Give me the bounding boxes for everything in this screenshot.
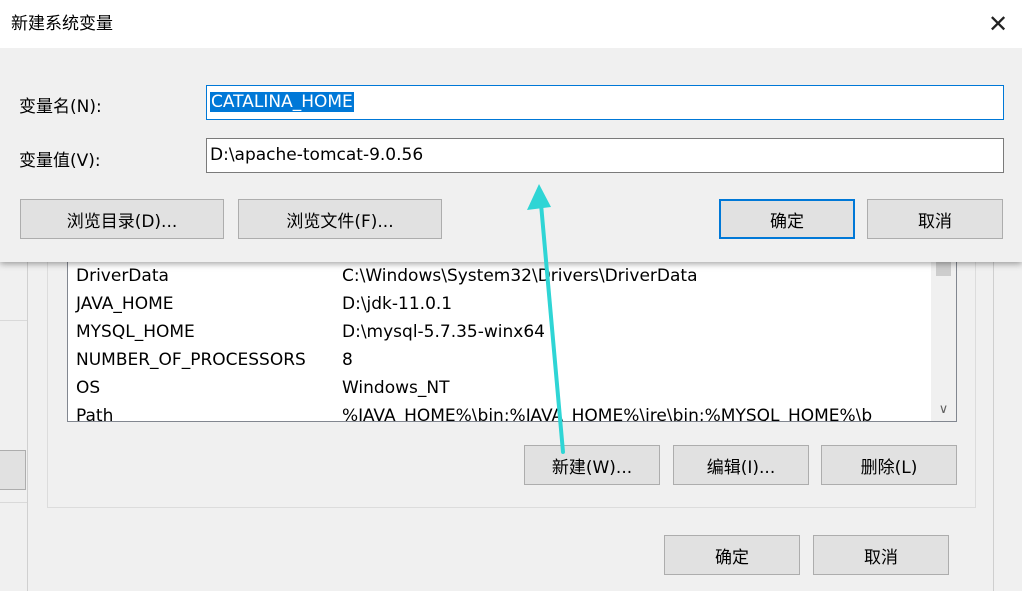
divider: [0, 502, 27, 503]
variable-value: 8: [342, 350, 353, 370]
variable-name: OS: [76, 378, 101, 398]
dialog-cancel-button[interactable]: 取消: [867, 199, 1003, 239]
vertical-scrollbar[interactable]: ∨: [931, 262, 956, 421]
variable-name-input[interactable]: CATALINA_HOME: [206, 85, 1004, 120]
variable-value-label: 变量值(V):: [19, 151, 101, 171]
selected-text: CATALINA_HOME: [210, 92, 354, 112]
new-system-variable-dialog: 新建系统变量 ✕ 变量名(N): CATALINA_HOME 变量值(V): D…: [0, 0, 1022, 262]
delete-variable-button[interactable]: 删除(L): [821, 445, 957, 485]
dialog-ok-button[interactable]: 确定: [719, 199, 855, 239]
variable-value-input[interactable]: D:\apache-tomcat-9.0.56: [206, 138, 1004, 173]
partial-button[interactable]: [0, 450, 26, 490]
dialog-titlebar: 新建系统变量 ✕: [0, 0, 1022, 48]
browse-file-button[interactable]: 浏览文件(F)...: [238, 199, 442, 239]
env-ok-button[interactable]: 确定: [664, 535, 800, 575]
variable-name: DriverData: [76, 266, 169, 286]
background-window-left-edge: [0, 262, 27, 591]
edit-variable-button[interactable]: 编辑(I)...: [673, 445, 809, 485]
variable-name: Path: [76, 406, 114, 422]
scroll-thumb[interactable]: [936, 262, 951, 276]
dialog-title: 新建系统变量: [11, 14, 113, 34]
variable-name: JAVA_HOME: [76, 294, 174, 314]
divider: [0, 320, 27, 321]
variable-name-label: 变量名(N):: [19, 97, 102, 117]
variable-value: D:\mysql-5.7.35-winx64: [342, 322, 545, 342]
variable-value: D:\jdk-11.0.1: [342, 294, 453, 314]
close-icon[interactable]: ✕: [974, 0, 1022, 48]
divider: [993, 262, 994, 591]
variable-value: Windows_NT: [342, 378, 450, 398]
chevron-down-icon[interactable]: ∨: [935, 403, 952, 417]
variable-value: C:\Windows\System32\Drivers\DriverData: [342, 266, 698, 286]
system-variables-list[interactable]: DriverData C:\Windows\System32\Drivers\D…: [67, 262, 957, 422]
variable-value: %JAVA_HOME%\bin;%JAVA_HOME%\jre\bin;%MYS…: [342, 406, 873, 422]
browse-directory-button[interactable]: 浏览目录(D)...: [20, 199, 224, 239]
env-cancel-button[interactable]: 取消: [813, 535, 949, 575]
variable-name: NUMBER_OF_PROCESSORS: [76, 350, 306, 370]
variable-name: MYSQL_HOME: [76, 322, 195, 342]
new-variable-button[interactable]: 新建(W)...: [524, 445, 660, 485]
